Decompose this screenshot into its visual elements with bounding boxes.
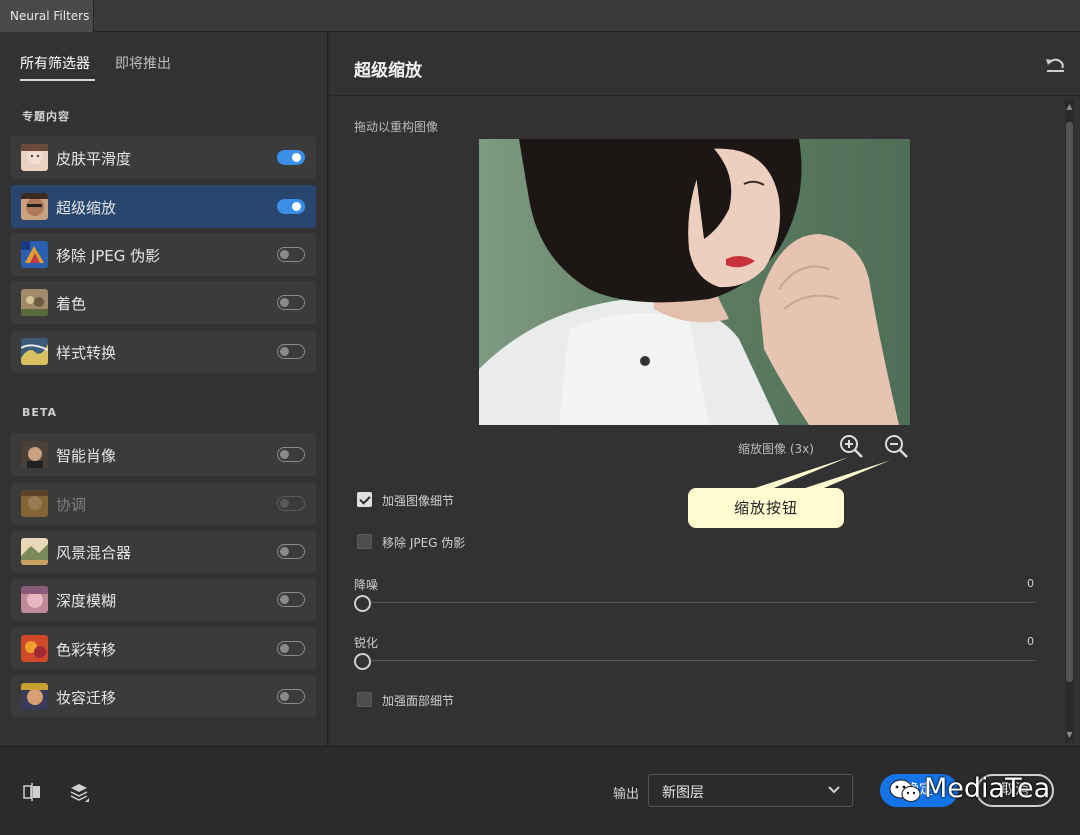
filter-settings-panel: 超级缩放 拖动以重构图像 缩放图像 (3x) 缩放按钮 加强图像细节 移除 JP… <box>329 32 1080 746</box>
filter-label: 色彩转移 <box>56 641 117 659</box>
preview-hint: 拖动以重构图像 <box>354 120 439 134</box>
filter-toggle[interactable] <box>277 447 305 462</box>
filter-label: 着色 <box>56 295 87 313</box>
filter-label: 移除 JPEG 伪影 <box>56 247 161 265</box>
noise-reduction-label: 降噪 <box>354 578 379 592</box>
filter-toggle[interactable] <box>277 199 305 214</box>
reset-icon[interactable] <box>1044 56 1066 74</box>
page-title: 超级缩放 <box>354 61 422 81</box>
filter-item-colorize[interactable]: 着色 <box>11 281 316 324</box>
noise-reduction-track[interactable] <box>363 602 1035 603</box>
harmonization-thumbnail <box>21 490 48 517</box>
colorize-thumbnail <box>21 289 48 316</box>
checkbox-label: 移除 JPEG 伪影 <box>382 536 466 550</box>
noise-reduction-slider-handle[interactable] <box>354 595 371 612</box>
scroll-up-icon[interactable]: ▲ <box>1065 102 1074 112</box>
section-label-beta: BETA <box>22 406 58 419</box>
checkbox-label: 加强图像细节 <box>382 494 455 508</box>
filter-item-remove-jpeg[interactable]: 移除 JPEG 伪影 <box>11 233 316 276</box>
filter-toggle[interactable] <box>277 592 305 607</box>
compare-icon[interactable] <box>21 781 43 803</box>
window-title-tab[interactable]: Neural Filters <box>0 0 94 32</box>
filter-toggle[interactable] <box>277 689 305 704</box>
panel-header: 超级缩放 <box>329 32 1080 96</box>
filter-toggle[interactable] <box>277 295 305 310</box>
dialog-footer: 输出 新图层 确定 取消 MediaTea <box>0 746 1080 835</box>
filter-toggle[interactable] <box>277 544 305 559</box>
noise-reduction-value: 0 <box>1027 577 1034 590</box>
filter-label: 皮肤平滑度 <box>56 150 132 168</box>
output-selected-value: 新图层 <box>662 785 704 801</box>
filter-label: 风景混合器 <box>56 544 132 562</box>
zoom-in-icon[interactable] <box>838 433 864 459</box>
depth-blur-thumbnail <box>21 586 48 613</box>
landscape-mixer-thumbnail <box>21 538 48 565</box>
filter-toggle <box>277 496 305 511</box>
filter-item-super-zoom[interactable]: 超级缩放 <box>11 185 316 228</box>
chevron-down-icon <box>828 786 840 794</box>
preview-image[interactable] <box>479 139 910 425</box>
scroll-thumb[interactable] <box>1066 122 1073 682</box>
filter-label: 协调 <box>56 496 87 514</box>
zoom-level-label: 缩放图像 (3x) <box>738 442 814 456</box>
section-label-featured: 专题内容 <box>22 110 70 123</box>
zoom-out-icon[interactable] <box>883 433 909 459</box>
settings-scrollbar[interactable]: ▲ ▼ <box>1065 100 1074 742</box>
filter-toggle[interactable] <box>277 344 305 359</box>
color-transfer-thumbnail <box>21 635 48 662</box>
enhance-detail-checkbox[interactable] <box>357 492 372 507</box>
output-dropdown[interactable]: 新图层 <box>648 774 853 807</box>
super-zoom-thumbnail <box>21 193 48 220</box>
makeup-transfer-thumbnail <box>21 683 48 710</box>
annotation-callout: 缩放按钮 <box>688 488 844 528</box>
smart-portrait-thumbnail <box>21 441 48 468</box>
tab-coming-soon[interactable]: 即将推出 <box>115 53 171 73</box>
filter-toggle[interactable] <box>277 150 305 165</box>
filter-label: 超级缩放 <box>56 199 117 217</box>
jpeg-artifacts-thumbnail <box>21 241 48 268</box>
cancel-button[interactable]: 取消 <box>976 774 1054 807</box>
filter-item-landscape-mixer[interactable]: 风景混合器 <box>11 530 316 573</box>
filter-toggle[interactable] <box>277 641 305 656</box>
active-tab-indicator <box>20 79 95 81</box>
style-transfer-thumbnail <box>21 338 48 365</box>
filter-label: 妆容迁移 <box>56 689 117 707</box>
filter-sidebar: 所有筛选器 即将推出 专题内容 皮肤平滑度 超级缩放 移除 JPEG 伪影 着色 <box>0 32 328 746</box>
sharpen-label: 锐化 <box>354 636 379 650</box>
filter-item-harmonization: 协调 <box>11 482 316 525</box>
remove-jpeg-checkbox[interactable] <box>357 534 372 549</box>
sharpen-track[interactable] <box>363 660 1035 661</box>
filter-item-smart-portrait[interactable]: 智能肖像 <box>11 433 316 476</box>
layers-icon[interactable] <box>68 781 90 803</box>
filter-label: 智能肖像 <box>56 447 117 465</box>
sharpen-slider-handle[interactable] <box>354 653 371 670</box>
title-bar: Neural Filters <box>0 0 1080 32</box>
tab-all-filters[interactable]: 所有筛选器 <box>20 53 90 73</box>
filter-label: 深度模糊 <box>56 592 117 610</box>
scroll-down-icon[interactable]: ▼ <box>1065 730 1074 740</box>
output-label: 输出 <box>613 787 640 802</box>
filter-item-style-transfer[interactable]: 样式转换 <box>11 330 316 373</box>
filter-label: 样式转换 <box>56 344 117 362</box>
ok-button[interactable]: 确定 <box>880 774 958 807</box>
filter-toggle[interactable] <box>277 247 305 262</box>
enhance-face-checkbox[interactable] <box>357 692 372 707</box>
skin-smoothing-thumbnail <box>21 144 48 171</box>
filter-item-makeup-transfer[interactable]: 妆容迁移 <box>11 675 316 718</box>
sharpen-value: 0 <box>1027 635 1034 648</box>
filter-item-color-transfer[interactable]: 色彩转移 <box>11 627 316 670</box>
checkbox-label: 加强面部细节 <box>382 694 455 708</box>
filter-item-skin-smoothing[interactable]: 皮肤平滑度 <box>11 136 316 179</box>
filter-item-depth-blur[interactable]: 深度模糊 <box>11 578 316 621</box>
